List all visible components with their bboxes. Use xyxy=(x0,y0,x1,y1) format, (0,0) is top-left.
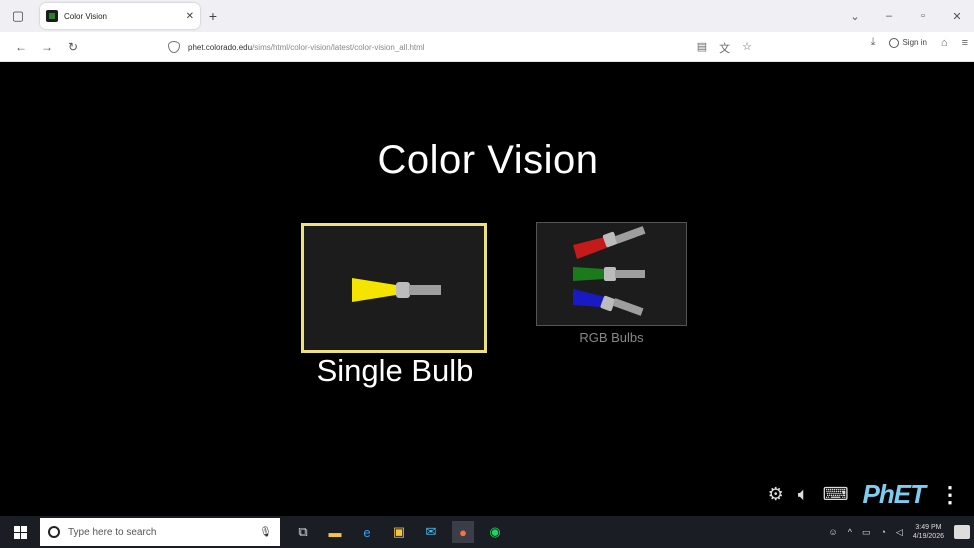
reload-button[interactable]: ↻ xyxy=(60,34,86,60)
url-bar-actions: ▤ 文 ☆ xyxy=(697,40,752,56)
sound-icon[interactable]: 🔈︎ xyxy=(798,484,809,505)
system-tray: ☺ ^ ▭ ◔ ◁ 3:49 PM 4/19/2026 xyxy=(829,516,970,548)
yellow-beam xyxy=(352,278,396,302)
green-flashlight xyxy=(573,267,645,281)
volume-icon[interactable]: ◁ xyxy=(896,527,903,538)
tab-overview-icon[interactable]: ▢ xyxy=(0,0,36,32)
menu-icon[interactable]: ≡ xyxy=(962,37,968,49)
reader-view-icon[interactable]: ▤ xyxy=(697,40,707,56)
notification-icon[interactable] xyxy=(954,525,970,539)
url-path: /sims/html/color-vision/latest/color-vis… xyxy=(252,42,425,52)
account-icon xyxy=(889,37,900,48)
sign-in-label: Sign in xyxy=(902,38,927,47)
phet-favicon-icon xyxy=(46,10,58,22)
spotify-icon[interactable]: ◉ xyxy=(484,521,506,543)
toolbar-right: ⤓ Sign in ⌂ ≡ xyxy=(871,36,968,49)
edge-icon[interactable]: e xyxy=(356,521,378,543)
tray-chevron-icon[interactable]: ^ xyxy=(848,527,852,537)
flashlight-head xyxy=(396,282,410,298)
task-view-icon[interactable]: ⧉ xyxy=(292,521,314,543)
extensions-icon[interactable]: ⌂ xyxy=(941,37,948,49)
sim-title: Color Vision xyxy=(377,138,599,182)
taskbar-apps: ⧉ ▬ e ▣ ✉ ● ◉ xyxy=(292,521,506,543)
download-icon[interactable]: ⤓ xyxy=(871,36,876,49)
url-text: phet.colorado.edu/sims/html/color-vision… xyxy=(188,43,425,52)
url-bar[interactable]: phet.colorado.edu/sims/html/color-vision… xyxy=(168,36,760,58)
minimize-button[interactable]: – xyxy=(872,10,906,22)
sign-in-button[interactable]: Sign in xyxy=(889,37,927,48)
browser-nav-bar: ← → ↻ phet.colorado.edu/sims/html/color-… xyxy=(0,32,974,62)
gear-icon[interactable]: ⚙ xyxy=(768,484,784,505)
people-icon[interactable]: ☺ xyxy=(829,527,838,537)
rgb-bulbs-label[interactable]: RGB Bulbs xyxy=(536,330,687,345)
single-bulb-screen-button[interactable] xyxy=(301,223,487,353)
windows-start-icon[interactable] xyxy=(0,516,40,548)
blue-flashlight xyxy=(573,289,644,316)
mail-icon[interactable]: ✉ xyxy=(420,521,442,543)
mic-icon[interactable]: 🎙︎ xyxy=(259,527,272,538)
shield-icon[interactable] xyxy=(168,41,180,53)
new-tab-button[interactable]: + xyxy=(200,3,226,29)
flashlight-body xyxy=(409,285,441,295)
file-explorer-icon[interactable]: ▬ xyxy=(324,521,346,543)
phet-sim-area: Color Vision Single Bulb RGB Bulbs ⚙ 🔈︎ … xyxy=(9,62,967,516)
tab-list-chevron-icon[interactable]: ⌄ xyxy=(838,10,872,23)
close-tab-icon[interactable]: ✕ xyxy=(186,11,194,22)
clock-date: 4/19/2026 xyxy=(912,533,944,540)
maximize-button[interactable]: ▫ xyxy=(906,10,940,22)
search-placeholder: Type here to search xyxy=(68,526,157,538)
search-icon xyxy=(48,526,60,538)
store-icon[interactable]: ▣ xyxy=(388,521,410,543)
taskbar-search[interactable]: Type here to search 🎙︎ xyxy=(40,518,280,546)
bookmark-star-icon[interactable]: ☆ xyxy=(742,40,752,56)
firefox-icon[interactable]: ● xyxy=(452,521,474,543)
rgb-flashlights-icon xyxy=(573,226,646,316)
back-button[interactable]: ← xyxy=(8,34,34,60)
network-icon[interactable]: ◔ xyxy=(880,527,885,537)
window-controls: ⌄ – ▫ ✕ xyxy=(838,0,974,32)
single-bulb-label[interactable]: Single Bulb xyxy=(302,353,488,389)
battery-icon[interactable]: ▭ xyxy=(862,527,871,538)
phet-menu-icon[interactable]: ⋮ xyxy=(939,482,961,508)
close-window-button[interactable]: ✕ xyxy=(940,10,974,23)
windows-taskbar: Type here to search 🎙︎ ⧉ ▬ e ▣ ✉ ● ◉ ☺ ^… xyxy=(0,516,974,548)
phet-nav-bar: ⚙ 🔈︎ ⌨ PhET ⋮ xyxy=(768,479,967,510)
browser-tab[interactable]: Color Vision ✕ xyxy=(40,3,200,29)
clock-time: 3:49 PM xyxy=(915,524,942,531)
tab-title: Color Vision xyxy=(64,11,107,21)
rgb-bulbs-screen-button[interactable] xyxy=(536,222,687,326)
phet-logo[interactable]: PhET xyxy=(863,479,926,510)
keyboard-icon[interactable]: ⌨ xyxy=(823,484,849,505)
browser-tab-strip: ▢ Color Vision ✕ + ⌄ – ▫ ✕ xyxy=(0,0,974,32)
forward-button[interactable]: → xyxy=(34,34,60,60)
red-flashlight xyxy=(573,226,646,259)
translate-icon[interactable]: 文 xyxy=(719,40,730,56)
url-host: phet.colorado.edu xyxy=(188,42,253,52)
single-bulb-flashlight-icon xyxy=(352,278,441,302)
clock[interactable]: 3:49 PM 4/19/2026 xyxy=(913,523,944,541)
